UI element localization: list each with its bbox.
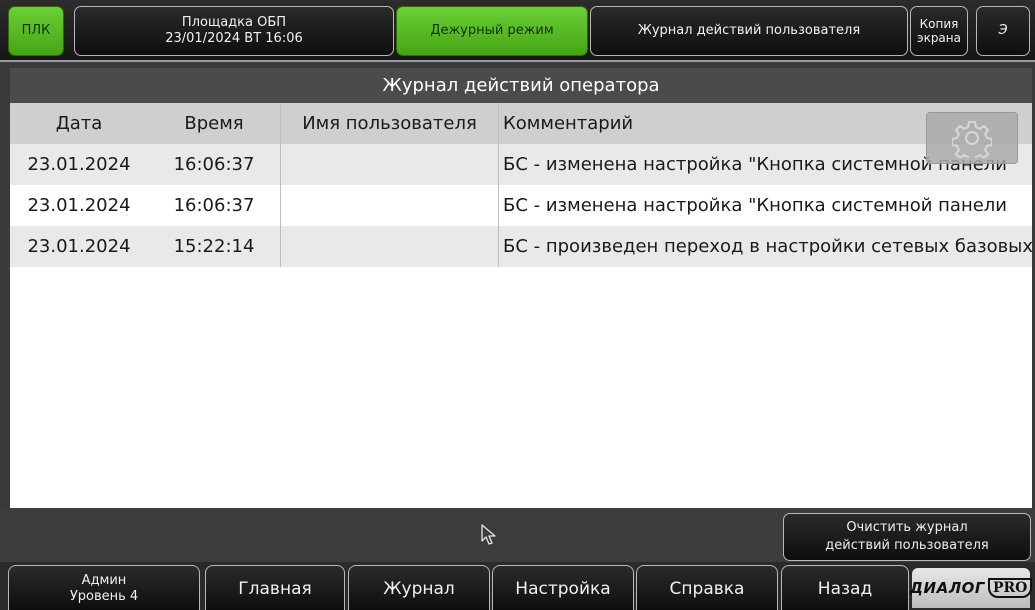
journal-title: Журнал действий оператора [10, 68, 1032, 103]
cursor-icon [481, 524, 496, 545]
site-name: Площадка ОБП [181, 15, 287, 30]
row-user [280, 185, 498, 226]
gear-icon [952, 121, 992, 158]
site-datetime: 23/01/2024 ВТ 16:06 [165, 31, 303, 46]
row-user [280, 144, 498, 185]
screenshot-button[interactable]: Копия экрана [910, 6, 968, 56]
nav-help-button[interactable]: Справка [636, 565, 778, 610]
settings-gear-button[interactable] [926, 112, 1018, 164]
nav-log-label: Журнал [383, 578, 455, 599]
row-date: 23.01.2024 [27, 154, 131, 175]
journal-panel: Журнал действий оператора Дата Время Имя… [10, 68, 1032, 508]
row-comment: БС - изменена настройка "Кнопка системно… [498, 185, 1032, 226]
row-comment: БС - произведен переход в настройки сете… [498, 226, 1032, 267]
row-user [280, 226, 498, 267]
bottom-nav: Админ Уровень 4 Главная Журнал Настройка… [0, 562, 1035, 610]
plc-label: ПЛК [21, 23, 51, 38]
column-header-user[interactable]: Имя пользователя [280, 103, 498, 144]
top-bar: ПЛК Площадка ОБП 23/01/2024 ВТ 16:06 Деж… [0, 0, 1035, 62]
e-label: Э [998, 23, 1008, 38]
duty-mode-label: Дежурный режим [430, 23, 554, 38]
row-date: 23.01.2024 [27, 236, 131, 257]
clear-log-button[interactable]: Очистить журнал действий пользователя [783, 513, 1031, 561]
nav-help-label: Справка [669, 578, 745, 599]
user-account-button[interactable]: Админ Уровень 4 [8, 565, 200, 610]
screenshot-label-2: экрана [916, 31, 961, 45]
row-time: 15:22:14 [173, 236, 255, 257]
site-status-button[interactable]: Площадка ОБП 23/01/2024 ВТ 16:06 [74, 6, 394, 56]
table-row[interactable]: 23.01.2024 16:06:37 БС - изменена настро… [10, 185, 1032, 226]
plc-button[interactable]: ПЛК [8, 6, 64, 56]
row-date: 23.01.2024 [27, 195, 131, 216]
clear-log-label-1: Очистить журнал [846, 520, 968, 535]
column-header-date[interactable]: Дата [10, 103, 148, 144]
nav-back-label: Назад [817, 578, 873, 599]
duty-mode-button[interactable]: Дежурный режим [396, 6, 588, 56]
brand-logo: ДИАЛОГ PRO [909, 568, 1033, 608]
nav-settings-button[interactable]: Настройка [492, 565, 634, 610]
table-row[interactable]: 23.01.2024 15:22:14 БС - произведен пере… [10, 226, 1032, 267]
nav-main-button[interactable]: Главная [205, 565, 345, 610]
logo-pro: PRO [987, 578, 1033, 598]
user-level: Уровень 4 [69, 588, 139, 604]
clear-log-label-2: действий пользователя [825, 538, 989, 553]
user-name: Админ [81, 572, 127, 588]
nav-settings-label: Настройка [515, 578, 611, 599]
logo-text: ДИАЛОГ [909, 579, 985, 597]
nav-log-button[interactable]: Журнал [348, 565, 490, 610]
row-time: 16:06:37 [173, 154, 255, 175]
screenshot-label-1: Копия [919, 17, 959, 31]
row-time: 16:06:37 [173, 195, 255, 216]
table-row[interactable]: 23.01.2024 16:06:37 БС - изменена настро… [10, 144, 1032, 185]
user-log-button[interactable]: Журнал действий пользователя [590, 6, 908, 56]
column-header-time[interactable]: Время [148, 103, 280, 144]
table-header: Дата Время Имя пользователя Комментарий [10, 103, 1032, 144]
user-log-label: Журнал действий пользователя [637, 23, 861, 38]
nav-main-label: Главная [238, 578, 312, 599]
journal-rows: 23.01.2024 16:06:37 БС - изменена настро… [10, 144, 1032, 267]
e-button[interactable]: Э [976, 6, 1030, 56]
nav-back-button[interactable]: Назад [781, 565, 909, 610]
